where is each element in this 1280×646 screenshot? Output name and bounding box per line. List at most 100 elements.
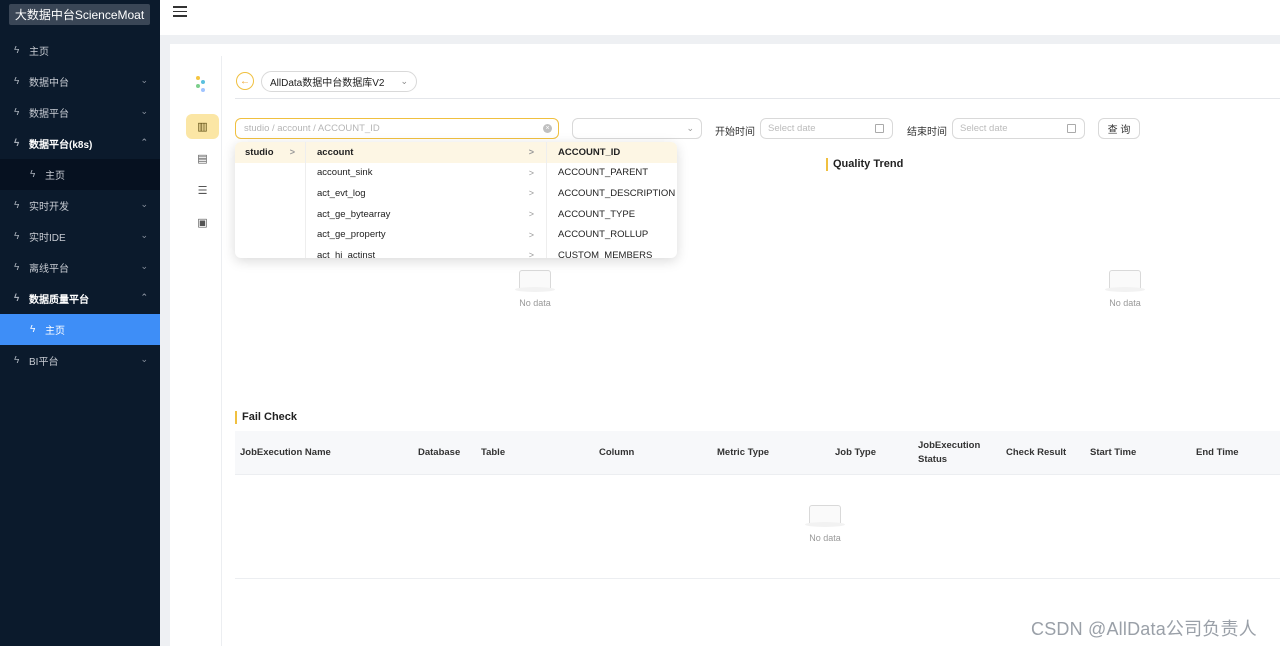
chevron-right-icon: > xyxy=(528,147,534,158)
end-date-input[interactable]: Select date xyxy=(952,118,1085,139)
sidebar-item-label: 数据平台(k8s) xyxy=(29,140,93,151)
cascader-option[interactable]: ACCOUNT_ROLLUP xyxy=(547,224,677,245)
document-view-button[interactable]: ▣ xyxy=(186,210,219,235)
cascader-option[interactable]: act_evt_log > xyxy=(306,183,546,204)
chevron-right-icon: > xyxy=(528,209,534,220)
bolt-icon: ϟ xyxy=(30,324,36,335)
table-column-header: Check Result xyxy=(1006,447,1067,458)
sidebar-item-label: 主页 xyxy=(45,326,65,337)
chevron-down-icon: ⌄ xyxy=(686,123,694,133)
document-icon: ▣ xyxy=(197,217,208,229)
calendar-icon xyxy=(1067,124,1076,133)
clear-icon[interactable]: × xyxy=(543,124,552,133)
metric-select[interactable]: ⌄ xyxy=(572,118,702,139)
table-column-header: Metric Type xyxy=(717,447,770,458)
cascader-option-label: studio xyxy=(245,146,274,158)
table-view-button[interactable]: ▤ xyxy=(186,146,219,171)
sidebar-item-label: 主页 xyxy=(29,47,49,58)
cascader-option[interactable]: studio > xyxy=(235,142,305,163)
cascader-option[interactable]: ACCOUNT_ID xyxy=(547,142,677,163)
bolt-icon: ϟ xyxy=(14,107,20,118)
cascader-option-label: account xyxy=(317,146,354,158)
start-date-input[interactable]: Select date xyxy=(760,118,893,139)
cascader-option[interactable]: act_ge_property > xyxy=(306,224,546,245)
chevron-right-icon: > xyxy=(528,167,534,178)
chevron-icon: ⌄ xyxy=(140,106,148,116)
empty-box-icon xyxy=(1105,270,1145,292)
sidebar-item-label: 数据中台 xyxy=(29,78,69,89)
cascader-column-field: ACCOUNT_ID ACCOUNT_PARENT ACCOUNT_DESCRIPT… xyxy=(547,142,677,258)
bolt-icon: ϟ xyxy=(14,76,20,87)
database-select[interactable]: AllData数据中台数据库V2 ⌄ xyxy=(261,71,417,92)
cascader-placeholder: studio / account / ACCOUNT_ID xyxy=(244,123,380,134)
sidebar-item-label: BI平台 xyxy=(29,357,59,368)
cascader-option[interactable]: account > xyxy=(306,142,546,163)
sidebar-item[interactable]: ϟ 数据质量平台 ⌃ xyxy=(0,283,160,314)
sidebar-item-label: 实时IDE xyxy=(29,233,66,244)
cascader-option[interactable]: act_ge_bytearray > xyxy=(306,204,546,225)
back-button[interactable]: ← xyxy=(236,72,254,90)
sidebar-item[interactable]: ϟ 主页 xyxy=(0,314,160,345)
cascader-option[interactable]: CUSTOM_MEMBERS xyxy=(547,245,677,258)
cascader-option[interactable]: ACCOUNT_DESCRIPTION xyxy=(547,183,677,204)
sidebar-item[interactable]: ϟ 离线平台 ⌄ xyxy=(0,252,160,283)
cascader-option[interactable]: ACCOUNT_PARENT xyxy=(547,163,677,184)
chart-view-button[interactable]: ▥ xyxy=(186,114,219,139)
fail-check-title: Fail Check xyxy=(235,411,297,424)
empty-text: No data xyxy=(1109,298,1141,308)
sidebar-item[interactable]: ϟ 数据平台 ⌄ xyxy=(0,97,160,128)
cascader-option[interactable]: act_hi_actinst > xyxy=(306,245,546,258)
cascader-option-label: ACCOUNT_ROLLUP xyxy=(558,229,649,241)
cascader-option[interactable]: account_sink > xyxy=(306,163,546,184)
sidebar-item[interactable]: ϟ 主页 xyxy=(0,35,160,66)
empty-text: No data xyxy=(809,533,841,543)
bar-chart-icon: ▥ xyxy=(197,121,208,133)
empty-state-left: No data xyxy=(505,270,565,308)
cascader-column-table: account > account_sink > act_evt_log > act_ge_… xyxy=(306,142,547,258)
cascader-option-label: ACCOUNT_ID xyxy=(558,146,621,158)
end-time-label: 结束时间 xyxy=(907,127,947,138)
sidebar-item[interactable]: ϟ 主页 xyxy=(0,159,160,190)
sidebar-item-label: 主页 xyxy=(45,171,65,182)
chevron-right-icon: > xyxy=(528,229,534,240)
query-button[interactable]: 查 询 xyxy=(1098,118,1140,139)
table-column-header: Start Time xyxy=(1090,447,1137,458)
cascader-option-label: CUSTOM_MEMBERS xyxy=(558,249,653,258)
table-column-header: End Time xyxy=(1196,447,1239,458)
list-icon: ☰ xyxy=(197,185,208,197)
cascader-option-label: ACCOUNT_DESCRIPTION xyxy=(558,187,676,199)
menu-fold-icon[interactable] xyxy=(173,6,187,18)
watermark: CSDN @AllData公司负责人 xyxy=(1031,619,1257,639)
chevron-icon: ⌄ xyxy=(140,199,148,209)
table-header: JobExecution Name Database Table Column Metr… xyxy=(235,431,1280,475)
sidebar-item[interactable]: ϟ 数据中台 ⌄ xyxy=(0,66,160,97)
sidebar-item[interactable]: ϟ 实时IDE ⌄ xyxy=(0,221,160,252)
sidebar-item[interactable]: ϟ BI平台 ⌄ xyxy=(0,345,160,376)
empty-box-icon xyxy=(805,505,845,527)
sidebar: 大数据中台ScienceMoat ϟ 主页 ϟ 数据中台 ⌄ ϟ 数据平台 ⌄ ϟ 数据平台(k8… xyxy=(0,0,160,646)
cascader-dropdown: studio > account > account_sink > act_evt_log… xyxy=(235,142,677,258)
chevron-right-icon: > xyxy=(528,188,534,199)
list-view-button[interactable]: ☰ xyxy=(186,178,219,203)
table-column-header: Column xyxy=(599,447,635,458)
cascader-column-schema: studio > xyxy=(235,142,306,258)
database-select-value: AllData数据中台数据库V2 xyxy=(270,78,385,89)
cascader-option-label: act_evt_log xyxy=(317,187,366,199)
cascader-option[interactable]: ACCOUNT_TYPE xyxy=(547,204,677,225)
sidebar-item-label: 数据平台 xyxy=(29,109,69,120)
sidebar-item-label: 实时开发 xyxy=(29,202,69,213)
chevron-icon: ⌄ xyxy=(140,230,148,240)
chevron-icon: ⌃ xyxy=(140,292,148,302)
empty-state-right: No data xyxy=(1095,270,1155,308)
table-bottom-border xyxy=(235,578,1280,579)
end-date-placeholder: Select date xyxy=(960,123,1008,134)
column-cascader[interactable]: studio / account / ACCOUNT_ID × xyxy=(235,118,559,139)
bolt-icon: ϟ xyxy=(14,138,20,149)
cascader-option-label: ACCOUNT_PARENT xyxy=(558,167,649,179)
brand-title[interactable]: 大数据中台ScienceMoat xyxy=(9,4,150,25)
sidebar-item[interactable]: ϟ 数据平台(k8s) ⌃ xyxy=(0,128,160,159)
bolt-icon: ϟ xyxy=(14,293,20,304)
bolt-icon: ϟ xyxy=(14,45,20,56)
cascader-option-label: ACCOUNT_TYPE xyxy=(558,208,636,220)
sidebar-item[interactable]: ϟ 实时开发 ⌄ xyxy=(0,190,160,221)
